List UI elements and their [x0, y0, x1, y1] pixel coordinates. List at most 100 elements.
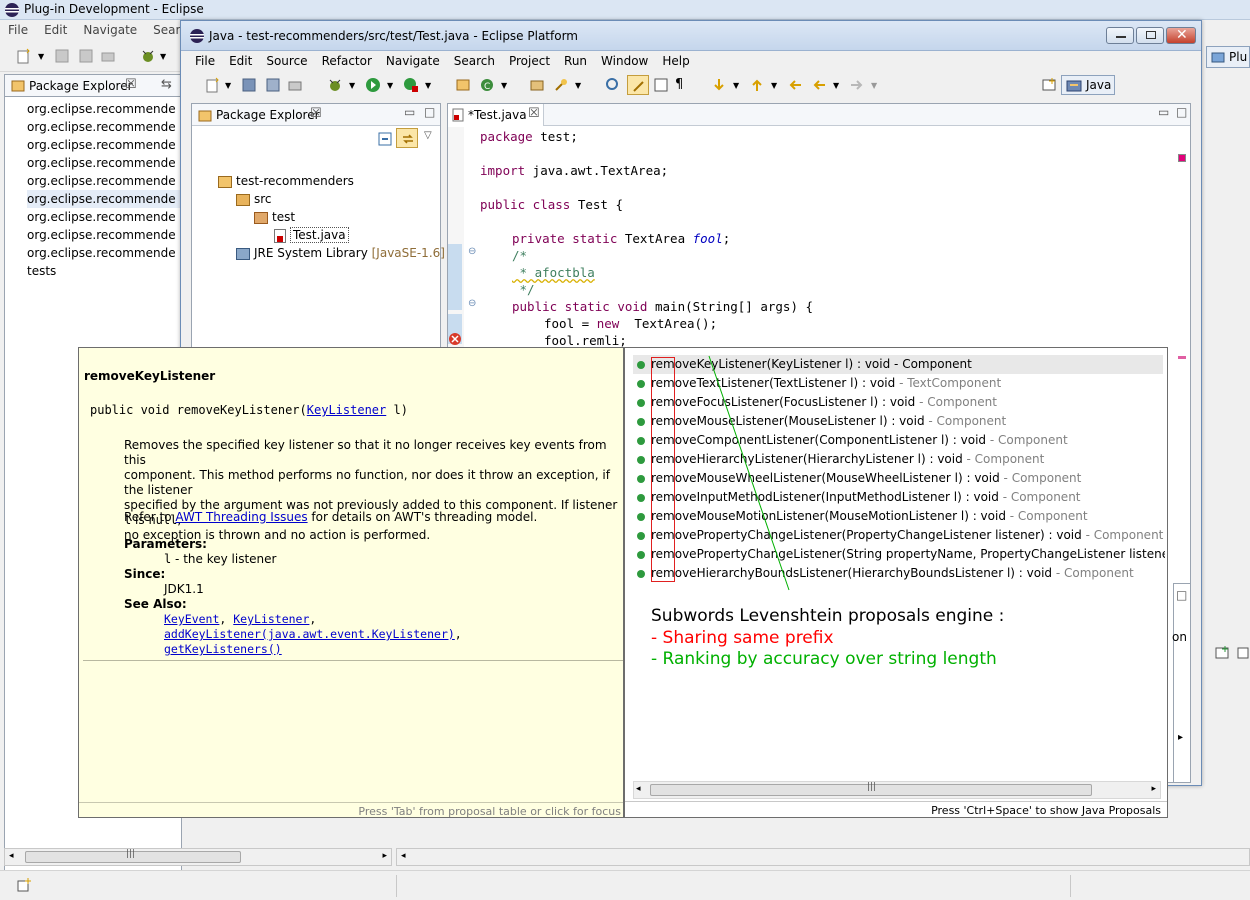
back-icon[interactable]	[811, 77, 827, 96]
tree-item-jre[interactable]: JRE System Library [JavaSE-1.6]	[236, 244, 445, 262]
new-class-icon[interactable]: C	[479, 77, 495, 96]
tree-item-file[interactable]: Test.java	[274, 226, 349, 244]
fast-view-icon[interactable]	[16, 877, 32, 896]
close-icon[interactable]: ☒	[310, 106, 322, 121]
maximize-view-icon[interactable]: □	[424, 105, 435, 119]
scroll-left-icon[interactable]: ◂	[9, 851, 14, 861]
close-icon[interactable]: ☒	[528, 106, 540, 121]
menu-refactor[interactable]: Refactor	[322, 54, 372, 68]
chevron-right-icon[interactable]: ▸	[1178, 732, 1183, 743]
view-menu-icon[interactable]: ▽	[424, 130, 432, 141]
see-also-addkeylistener-link[interactable]: addKeyListener(java.awt.event.KeyListene…	[164, 627, 455, 641]
last-edit-location-icon[interactable]	[787, 77, 803, 96]
list-item[interactable]: org.eclipse.recommende	[27, 244, 181, 262]
see-also-keyevent-link[interactable]: KeyEvent	[164, 612, 219, 626]
chevron-down-icon[interactable]: ▼	[771, 81, 777, 90]
menu-source[interactable]: Source	[266, 54, 307, 68]
chevron-down-icon[interactable]: ▼	[349, 81, 355, 90]
right-view-tab-label[interactable]: on	[1172, 630, 1187, 644]
tree-item-package[interactable]: test	[254, 208, 295, 226]
list-item[interactable]: org.eclipse.recommende	[27, 100, 181, 118]
search-icon[interactable]	[553, 77, 569, 96]
block-selection-toggle[interactable]	[627, 75, 649, 95]
open-console-icon[interactable]	[1214, 645, 1230, 664]
chevron-down-icon[interactable]: ▼	[425, 81, 431, 90]
list-item[interactable]: org.eclipse.recommende	[27, 154, 181, 172]
list-item-selected[interactable]: org.eclipse.recommende	[27, 190, 181, 208]
toggle-mark-occurrences-icon[interactable]	[605, 77, 621, 96]
outer-perspective-plugin[interactable]: Plu	[1206, 46, 1250, 68]
debug-icon[interactable]	[140, 48, 156, 67]
chevron-down-icon[interactable]: ▼	[833, 81, 839, 90]
chevron-down-icon[interactable]: ▼	[387, 81, 393, 90]
menu-edit[interactable]: Edit	[229, 54, 252, 68]
chevron-down-icon[interactable]: ▼	[575, 81, 581, 90]
awt-threading-link[interactable]: AWT Threading Issues	[175, 510, 307, 524]
minimize-button[interactable]	[1106, 27, 1134, 44]
tree-item-project[interactable]: test-recommenders	[218, 172, 354, 190]
chevron-down-icon[interactable]: ▼	[733, 81, 739, 90]
javadoc-hover[interactable]: removeKeyListener public void removeKeyL…	[78, 347, 624, 818]
outer-package-explorer-tab[interactable]: Package Explorer ☒ ⇆	[5, 75, 183, 97]
debug-icon[interactable]	[327, 77, 343, 96]
content-assist-proposals[interactable]: removeKeyListener(KeyListener l) : void …	[624, 347, 1168, 818]
list-item[interactable]: org.eclipse.recommende	[27, 136, 181, 154]
open-perspective-icon[interactable]	[1041, 77, 1057, 96]
external-tools-icon[interactable]	[403, 77, 419, 96]
list-item[interactable]: org.eclipse.recommende	[27, 208, 181, 226]
link-with-editor-toggle[interactable]	[396, 128, 418, 148]
tab-test-java[interactable]: *Test.java ☒	[448, 104, 544, 126]
collapse-all-icon[interactable]	[378, 132, 392, 149]
overview-error-indicator[interactable]	[1178, 154, 1186, 162]
menu-file[interactable]: File	[195, 54, 215, 68]
editor-outer-scrollbar[interactable]: ◂	[396, 848, 1250, 866]
see-also-getkeylisteners-link[interactable]: getKeyListeners()	[164, 642, 282, 656]
outer-horizontal-scrollbar[interactable]: ◂ ||| ▸	[4, 848, 392, 866]
new-icon[interactable]	[205, 77, 221, 96]
menu-project[interactable]: Project	[509, 54, 550, 68]
menu-navigate[interactable]: Navigate	[386, 54, 440, 68]
open-type-icon[interactable]	[529, 77, 545, 96]
list-item[interactable]: org.eclipse.recommende	[27, 118, 181, 136]
scroll-right-icon[interactable]: ▸	[1151, 784, 1156, 794]
scroll-right-icon[interactable]: ▸	[382, 851, 387, 861]
paragraph-icon[interactable]: ¶	[675, 77, 683, 92]
proposals-horizontal-scrollbar[interactable]: ◂ ||| ▸	[633, 781, 1161, 799]
new-icon[interactable]	[16, 48, 32, 67]
chevron-down-icon[interactable]: ▼	[501, 81, 507, 90]
save-all-icon[interactable]	[265, 77, 281, 96]
run-icon[interactable]	[365, 77, 381, 96]
outer-menu-navigate[interactable]: Navigate	[83, 23, 137, 37]
print-icon[interactable]	[287, 77, 303, 96]
overview-error-marker[interactable]	[1178, 356, 1186, 359]
menu-search[interactable]: Search	[454, 54, 495, 68]
java-perspective-button[interactable]: Java	[1061, 75, 1115, 95]
see-also-keylistener-link[interactable]: KeyListener	[233, 612, 309, 626]
tree-item-src[interactable]: src	[236, 190, 272, 208]
menu-window[interactable]: Window	[601, 54, 648, 68]
menu-run[interactable]: Run	[564, 54, 587, 68]
package-explorer-tab[interactable]: Package Explorer ☒ ▭ □	[192, 104, 440, 126]
scroll-left-icon[interactable]: ◂	[401, 851, 406, 861]
show-whitespace-icon[interactable]	[653, 77, 669, 96]
list-item[interactable]: org.eclipse.recommende	[27, 172, 181, 190]
next-annotation-icon[interactable]	[711, 77, 727, 96]
scroll-left-icon[interactable]: ◂	[636, 784, 641, 794]
chevron-down-icon[interactable]: ▼	[38, 52, 44, 61]
keylistener-link[interactable]: KeyListener	[307, 403, 386, 417]
save-icon[interactable]	[241, 77, 257, 96]
new-java-project-icon[interactable]	[455, 77, 471, 96]
scrollbar-thumb[interactable]: |||	[25, 849, 241, 863]
chevron-down-icon[interactable]: ▼	[160, 52, 166, 61]
view-menu-icon[interactable]: ⇆	[161, 77, 172, 92]
previous-annotation-icon[interactable]	[749, 77, 765, 96]
maximize-view-icon[interactable]: □	[1176, 588, 1187, 602]
menu-help[interactable]: Help	[662, 54, 689, 68]
list-item[interactable]: tests	[27, 262, 181, 280]
outer-menu-file[interactable]: File	[8, 23, 28, 37]
chevron-down-icon[interactable]: ▼	[225, 81, 231, 90]
minimize-view-icon[interactable]: ▭	[404, 105, 415, 119]
maximize-view-icon[interactable]: □	[1176, 105, 1187, 119]
outer-menu-edit[interactable]: Edit	[44, 23, 67, 37]
restore-button[interactable]	[1136, 27, 1164, 44]
